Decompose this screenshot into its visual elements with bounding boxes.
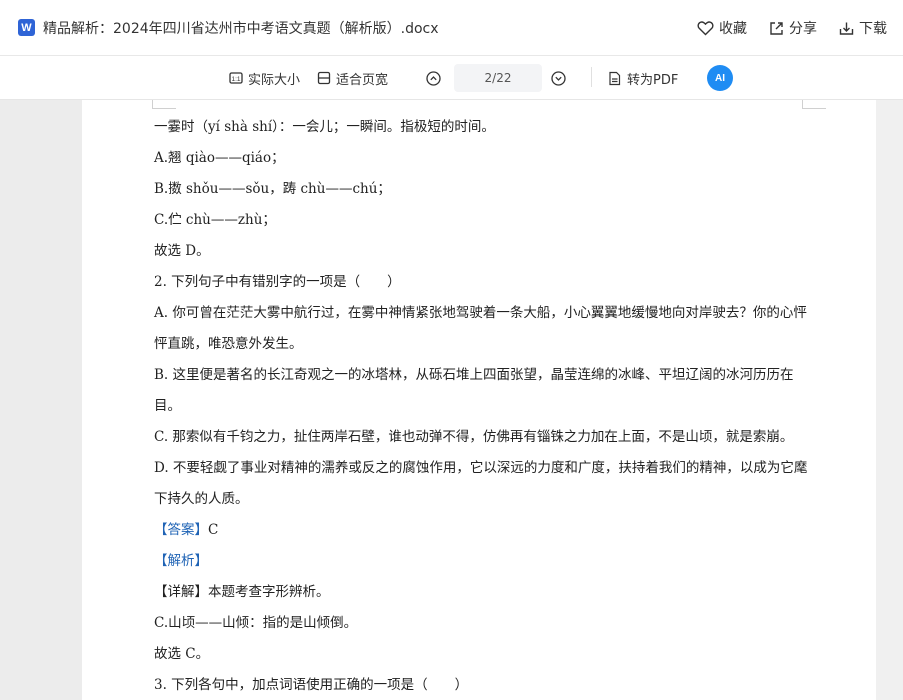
correction-line: C.山顷——山倾：指的是山倾倒。 [154, 615, 358, 631]
prev-page-button[interactable] [426, 56, 441, 100]
answer-line: 【答案】C [154, 515, 814, 546]
text-line: C.伫 chù——zhù； [154, 212, 276, 228]
next-question-heading: 3. 下列各句中，加点词语使用正确的一项是（ ） [154, 677, 469, 693]
fit-width-label: 适合页宽 [336, 72, 389, 88]
convert-pdf-button[interactable]: 转为PDF [607, 56, 678, 100]
share-button[interactable]: 分享 [769, 18, 817, 38]
title-bar: W 精品解析：2024年四川省达州市中考语文真题（解析版）.docx 收藏 分享… [0, 0, 903, 56]
document-canvas[interactable]: 一霎时（yí shà shí）：一会儿；一瞬间。指极短的时间。 A.翘 qiào… [0, 100, 903, 700]
svg-text:1:1: 1:1 [231, 76, 240, 83]
text-line: 故选 D。 [154, 243, 210, 259]
page-indicator[interactable]: 2/22 [454, 64, 542, 92]
actual-size-button[interactable]: 1:1 实际大小 [229, 56, 300, 100]
word-doc-icon: W [18, 19, 35, 36]
option-c: C. 那索似有千钧之力，扯住两岸石壁，谁也动弹不得，仿佛再有锱铢之力加在上面，不… [154, 429, 794, 445]
pdf-convert-icon [609, 71, 621, 85]
fit-width-icon [317, 71, 331, 85]
share-icon [770, 21, 783, 35]
chevron-down-icon [551, 70, 566, 86]
document-title: 精品解析：2024年四川省达州市中考语文真题（解析版）.docx [43, 20, 439, 37]
favorite-label: 收藏 [719, 21, 747, 37]
page-indicator-text: 2/22 [484, 71, 512, 85]
document-content: 一霎时（yí shà shí）：一会儿；一瞬间。指极短的时间。 A.翘 qiào… [154, 112, 814, 700]
favorite-button[interactable]: 收藏 [697, 18, 747, 38]
download-label: 下载 [859, 21, 887, 37]
conclusion-line: 故选 C。 [154, 646, 210, 662]
fit-width-button[interactable]: 适合页宽 [317, 56, 388, 100]
actual-size-label: 实际大小 [248, 72, 301, 88]
viewer-toolbar: 1:1 实际大小 适合页宽 2/22 转为PDF [0, 56, 903, 100]
detail-line: 【详解】本题考查字形辨析。 [154, 584, 330, 600]
next-page-button[interactable] [551, 56, 566, 100]
question-heading: 2. 下列句子中有错别字的一项是（ ） [154, 274, 401, 290]
document-page: 一霎时（yí shà shí）：一会儿；一瞬间。指极短的时间。 A.翘 qiào… [82, 100, 876, 700]
convert-pdf-label: 转为PDF [627, 72, 679, 88]
option-a: A. 你可曾在茫茫大雾中航行过，在雾中神情紧张地驾驶着一条大船，小心翼翼地缓慢地… [154, 305, 807, 352]
answer-label: 【答案】 [154, 522, 208, 538]
page-margin-mark [802, 108, 826, 109]
share-label: 分享 [789, 21, 817, 37]
download-button[interactable]: 下载 [839, 18, 887, 38]
chevron-up-icon [426, 70, 441, 86]
answer-value: C [208, 522, 219, 538]
page-margin-mark [802, 100, 803, 108]
ai-assistant-button[interactable]: AI [707, 65, 733, 91]
page-margin-mark [152, 108, 176, 109]
text-line: B.擞 shǒu——sǒu，踌 chù——chú； [154, 181, 391, 197]
download-icon [839, 22, 854, 35]
text-line: 一霎时（yí shà shí）：一会儿；一瞬间。指极短的时间。 [154, 119, 495, 135]
title-actions: 收藏 分享 下载 [697, 0, 887, 56]
text-line: A.翘 qiào——qiáo； [154, 150, 285, 166]
option-b: B. 这里便是著名的长江奇观之一的冰塔林，从砾石堆上四面张望，晶莹连绵的冰峰、平… [154, 367, 794, 414]
scrollbar-track[interactable] [876, 100, 903, 700]
ai-icon: AI [715, 72, 725, 84]
option-d: D. 不要轻觑了事业对精神的濡养或反之的腐蚀作用，它以深远的力度和广度，扶持着我… [154, 460, 808, 507]
page-margin-mark [152, 100, 153, 108]
actual-size-icon: 1:1 [229, 72, 243, 84]
analysis-label: 【解析】 [154, 553, 208, 569]
toolbar-divider [591, 67, 592, 87]
heart-icon [697, 21, 714, 36]
